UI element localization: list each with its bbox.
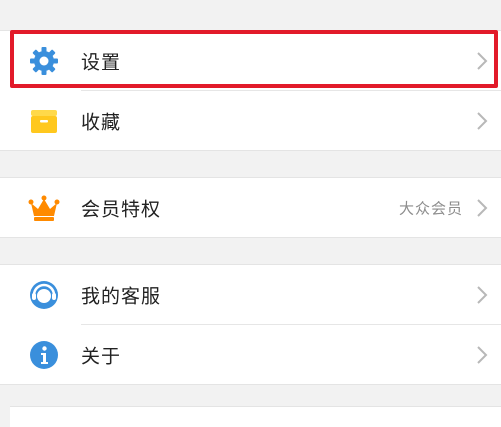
next-section-card: [10, 406, 501, 427]
membership-label: 会员特权: [81, 198, 162, 220]
chevron-right-icon: [477, 285, 488, 304]
about-row[interactable]: 关于: [0, 325, 501, 384]
headset-icon: [28, 279, 60, 311]
folder-icon: [28, 105, 60, 137]
menu-group-1: 设置 收藏: [0, 30, 501, 151]
membership-level: 大众会员: [398, 199, 463, 217]
chevron-right-icon: [477, 111, 488, 130]
customer-service-label: 我的客服: [81, 285, 162, 307]
membership-row[interactable]: 会员特权 大众会员: [0, 178, 501, 237]
menu-group-3: 我的客服 关于: [0, 264, 501, 385]
favorites-row[interactable]: 收藏: [0, 91, 501, 150]
gear-icon: [28, 45, 60, 77]
customer-service-row[interactable]: 我的客服: [0, 265, 501, 324]
favorites-label: 收藏: [81, 111, 122, 133]
chevron-right-icon: [477, 51, 488, 70]
settings-screen: 设置 收藏 会员特权 大众会员 我的客服 关于: [0, 0, 501, 427]
settings-label: 设置: [81, 51, 122, 73]
menu-group-2: 会员特权 大众会员: [0, 177, 501, 238]
crown-icon: [28, 192, 60, 224]
top-spacer: [0, 0, 501, 30]
section-spacer: [0, 238, 501, 264]
section-spacer: [0, 151, 501, 177]
settings-row[interactable]: 设置: [0, 31, 501, 90]
about-label: 关于: [81, 345, 122, 367]
info-icon: [28, 339, 60, 371]
chevron-right-icon: [477, 198, 488, 217]
chevron-right-icon: [477, 345, 488, 364]
